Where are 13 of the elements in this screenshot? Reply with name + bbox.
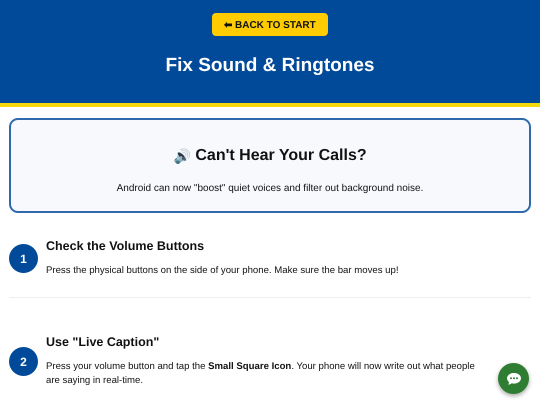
step-text: Press the physical buttons on the side of your phone. Make sure the bar moves up!: [46, 264, 399, 278]
page-title: Fix Sound & Ringtones: [166, 56, 374, 75]
step-title: Use "Live Caption": [46, 335, 160, 349]
chat-button[interactable]: [498, 363, 529, 394]
card-text: Android can now "boost" quiet voices and filter out background noise.: [116, 183, 424, 195]
chat-icon: [506, 372, 522, 386]
step-number: 2: [9, 347, 38, 376]
back-button[interactable]: ⬅ BACK TO START: [212, 13, 328, 36]
card-title: Can't Hear Your Calls?: [195, 147, 367, 165]
step-number: 1: [9, 244, 38, 273]
step-text: Press your volume button and tap the Small Square Icon. Your phone will now write out what people are saying in real-time.: [46, 360, 476, 388]
step-title: Check the Volume Buttons: [46, 239, 206, 253]
speaker-icon: 🔊: [173, 147, 190, 165]
